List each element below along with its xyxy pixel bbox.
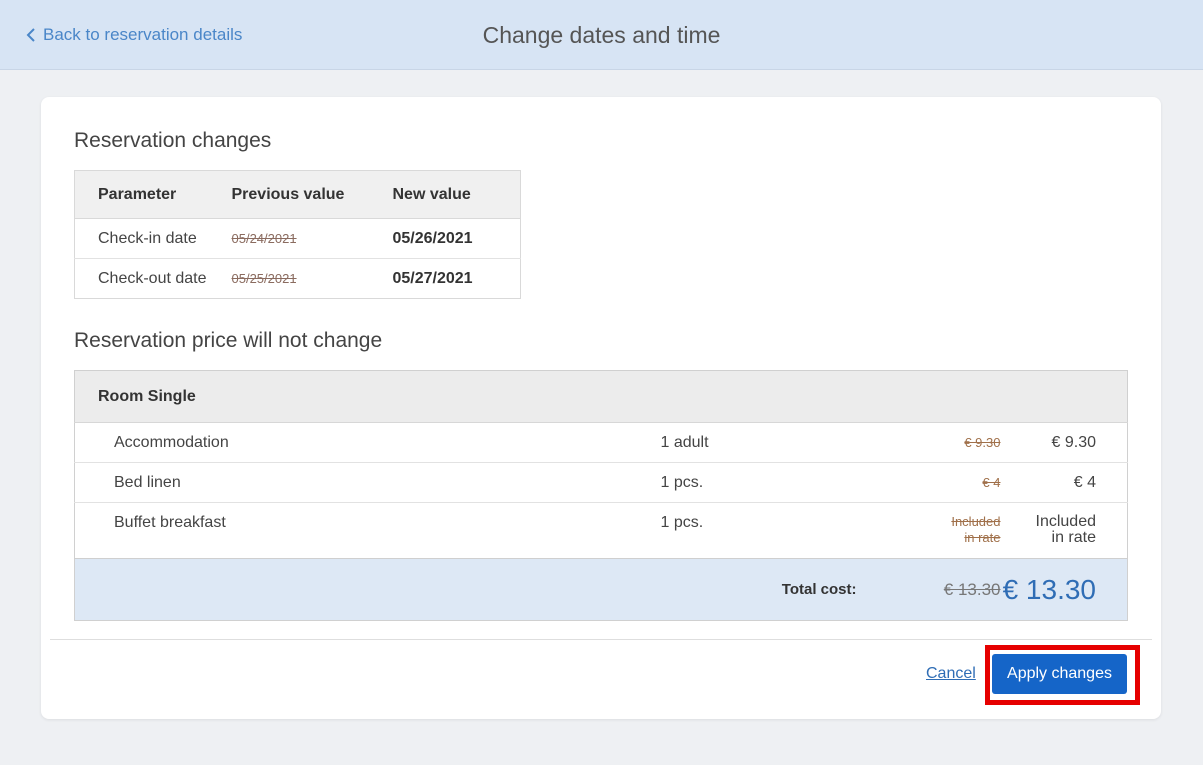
table-row: Buffet breakfast 1 pcs. Included in rate… [74, 502, 1128, 559]
total-label: Total cost: [74, 558, 881, 621]
column-header: New value [392, 170, 521, 219]
new-price: € 9.30 [1051, 433, 1096, 451]
new-price: € 4 [1073, 473, 1096, 491]
parameter-cell: Check-out date [98, 269, 207, 287]
changes-table: Parameter Previous value New value Check… [74, 170, 521, 299]
table-row: Check-out date 05/25/2021 05/27/2021 [75, 259, 521, 299]
new-price-line: Included [1035, 513, 1097, 530]
item-name: Accommodation [74, 422, 661, 463]
top-bar: Back to reservation details Change dates… [0, 0, 1203, 70]
room-row: Room Single [74, 370, 1128, 423]
parameter-cell: Check-in date [74, 218, 232, 259]
new-value: 05/26/2021 [392, 229, 473, 247]
room-name: Room Single [74, 370, 1128, 423]
new-price-line: in rate [1051, 529, 1096, 546]
cancel-link[interactable]: Cancel [926, 665, 976, 683]
old-price-line: Included [951, 514, 1001, 529]
old-price: € 4 [982, 474, 1001, 490]
item-qty: 1 pcs. [660, 502, 881, 559]
divider [50, 639, 1152, 640]
previous-value: 05/25/2021 [231, 270, 297, 286]
old-price-line: in rate [964, 530, 1001, 545]
table-row: Check-in date 05/24/2021 05/26/2021 [74, 218, 521, 259]
price-table: Room Single Accommodation 1 adult € 9.30… [74, 370, 1128, 621]
total-old-price: € 13.30 [880, 558, 1001, 621]
price-section-title: Reservation price will not change [74, 329, 383, 352]
total-row: Total cost: € 13.30 € 13.30 [74, 558, 1128, 621]
new-value: 05/27/2021 [392, 269, 473, 287]
previous-value: 05/24/2021 [231, 230, 297, 246]
item-qty: 1 pcs. [660, 462, 881, 503]
page-title: Change dates and time [482, 22, 721, 48]
table-row: Bed linen 1 pcs. € 4 € 4 [74, 462, 1128, 503]
changes-header-row: Parameter Previous value New value [74, 170, 521, 219]
column-header: Previous value [231, 170, 393, 219]
column-header: Parameter [74, 170, 232, 219]
item-name: Buffet breakfast [74, 502, 661, 559]
table-row: Accommodation 1 adult € 9.30 € 9.30 [74, 422, 1128, 463]
item-name: Bed linen [74, 462, 661, 503]
old-price: € 9.30 [964, 434, 1001, 450]
apply-changes-button[interactable]: Apply changes [992, 654, 1127, 694]
item-qty: 1 adult [660, 422, 881, 463]
total-new-price: € 13.30 [1000, 558, 1128, 621]
reservation-changes-title: Reservation changes [74, 129, 272, 152]
change-card: Reservation changes Parameter Previous v… [41, 97, 1161, 719]
